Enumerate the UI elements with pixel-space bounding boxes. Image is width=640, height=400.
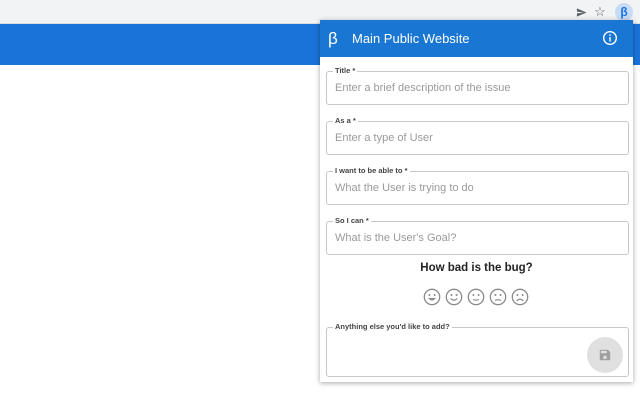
bug-severity-rating bbox=[423, 288, 529, 306]
popup-title: Main Public Website bbox=[352, 31, 470, 46]
star-icon[interactable]: ☆ bbox=[591, 3, 609, 21]
title-field: Title * bbox=[326, 66, 629, 105]
save-icon bbox=[599, 349, 611, 361]
so-i-can-field: So I can * bbox=[326, 216, 629, 255]
slightly-sad-face-icon[interactable] bbox=[489, 288, 507, 306]
as-a-input[interactable] bbox=[335, 132, 615, 144]
send-icon[interactable] bbox=[572, 3, 590, 21]
additional-notes-input[interactable] bbox=[335, 338, 615, 350]
so-i-can-input[interactable] bbox=[335, 232, 615, 244]
neutral-face-icon[interactable] bbox=[467, 288, 485, 306]
sad-face-icon[interactable] bbox=[511, 288, 529, 306]
title-field-label: Title * bbox=[333, 66, 358, 75]
popup-header: β Main Public Website bbox=[320, 20, 633, 57]
want-to-field-label: I want to be able to * bbox=[333, 166, 410, 175]
beta-logo: β bbox=[328, 29, 338, 48]
extension-beta-button[interactable]: β bbox=[615, 3, 633, 21]
as-a-field: As a * bbox=[326, 116, 629, 155]
additional-notes-label: Anything else you'd like to add? bbox=[333, 322, 452, 331]
save-button[interactable] bbox=[587, 337, 623, 373]
bug-severity-question: How bad is the bug? bbox=[420, 262, 533, 274]
so-i-can-field-label: So I can * bbox=[333, 216, 371, 225]
title-input[interactable] bbox=[335, 82, 615, 94]
want-to-field: I want to be able to * bbox=[326, 166, 629, 205]
info-icon[interactable] bbox=[602, 30, 618, 46]
as-a-field-label: As a * bbox=[333, 116, 358, 125]
want-to-input[interactable] bbox=[335, 182, 615, 194]
additional-notes-field: Anything else you'd like to add? bbox=[326, 322, 629, 377]
extension-popup: β Main Public Website Title * As a * I w… bbox=[320, 20, 633, 382]
happy-face-icon[interactable] bbox=[445, 288, 463, 306]
very-happy-face-icon[interactable] bbox=[423, 288, 441, 306]
